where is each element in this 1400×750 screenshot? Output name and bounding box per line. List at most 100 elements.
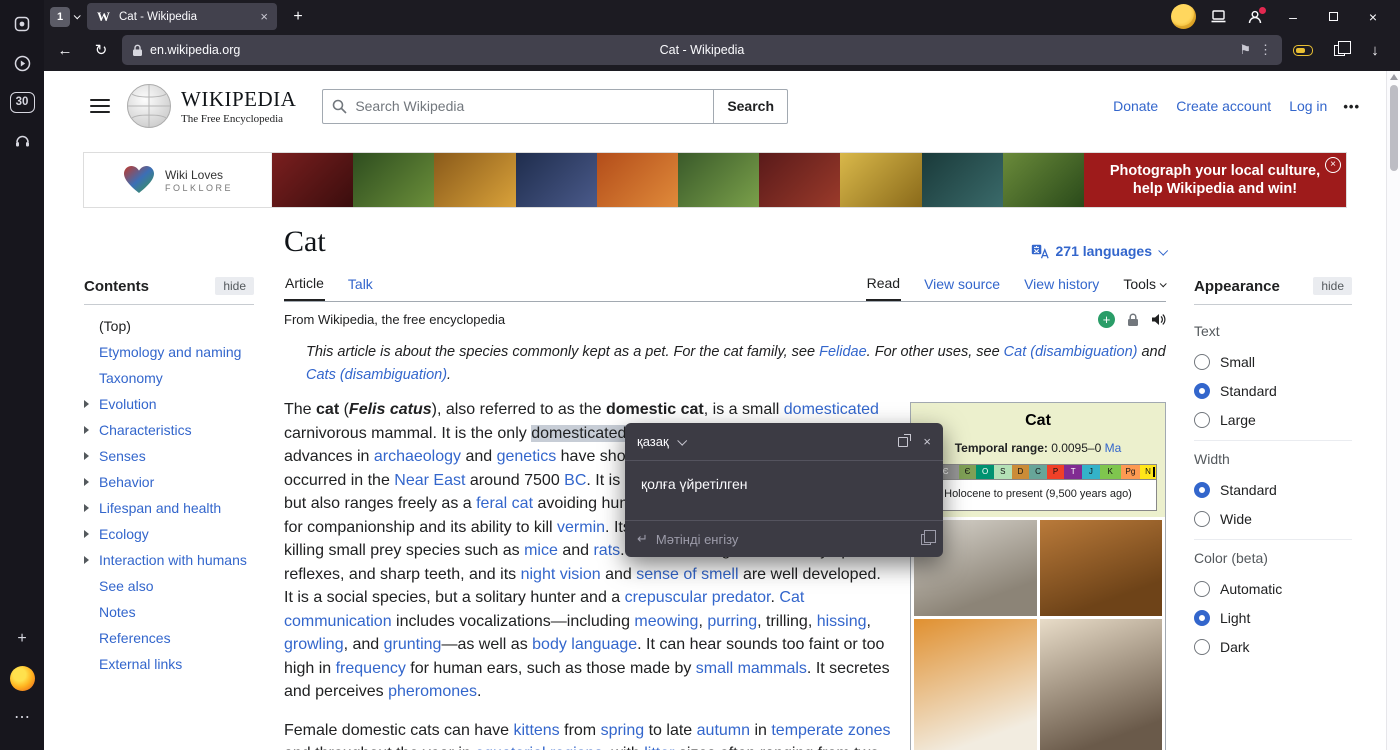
radio-icon[interactable] [1194,354,1210,370]
wiki-link[interactable]: litter [644,745,674,750]
wiki-link[interactable]: frequency [336,660,406,677]
wiki-link[interactable]: mice [524,542,558,559]
article-tab-view-source[interactable]: View source [923,267,1001,301]
translate-text-input[interactable]: Мәтінді енгізу [656,532,739,547]
maximize-button[interactable] [1316,4,1350,30]
wiki-link[interactable]: Cats (disambiguation) [306,367,447,383]
user-link-log-in[interactable]: Log in [1289,98,1327,114]
search-input[interactable] [355,98,704,114]
wiki-link[interactable]: equatorial regions [475,745,602,750]
scrollbar-thumb[interactable] [1390,85,1398,171]
copy-icon[interactable] [921,534,931,545]
wiki-link[interactable]: spring [601,722,645,739]
toc-hide-button[interactable]: hide [215,277,254,295]
radio-selected-icon[interactable] [1194,610,1210,626]
appearance-option-standard[interactable]: Standard [1194,376,1352,405]
tab-close-icon[interactable]: × [260,9,268,24]
wiki-link[interactable]: crepuscular [625,589,708,606]
container-tab-indicator[interactable] [1288,36,1318,64]
radio-icon[interactable] [1194,639,1210,655]
toc-item-lifespan-and-health[interactable]: Lifespan and health [84,495,254,521]
header-more-icon[interactable]: ••• [1343,99,1360,114]
downloads-button[interactable]: ↓ [1360,36,1390,64]
radio-icon[interactable] [1194,581,1210,597]
wiki-link[interactable]: Near East [394,472,465,489]
article-tab-tools[interactable]: Tools [1122,267,1166,301]
new-tab-button[interactable]: + [285,4,311,30]
account-icon[interactable] [1240,4,1270,30]
wiki-link[interactable]: growling [284,636,344,653]
wiki-link[interactable]: sense of smell [636,566,738,583]
target-language-select[interactable]: қазақ [637,434,685,449]
chevron-right-icon[interactable] [84,478,99,486]
search-box[interactable] [322,89,714,124]
chevron-right-icon[interactable] [84,400,99,408]
wiki-link[interactable]: rats [593,542,620,559]
toc-item-taxonomy[interactable]: Taxonomy [84,365,254,391]
radio-selected-icon[interactable] [1194,383,1210,399]
headset-icon[interactable] [6,125,38,157]
wlf-banner[interactable]: Wiki Loves FOLKLORE Photograph your loca… [84,153,1346,207]
wiki-link[interactable]: predator [712,589,771,606]
user-link-create-account[interactable]: Create account [1176,98,1271,114]
main-menu-icon[interactable] [90,99,110,113]
close-window-button[interactable]: × [1356,4,1390,30]
listen-icon[interactable] [1151,313,1166,326]
toc-item-notes[interactable]: Notes [84,599,254,625]
toc-item-senses[interactable]: Senses [84,443,254,469]
wiki-link[interactable]: vermin [557,519,605,536]
wiki-link[interactable]: Felidae [819,344,867,360]
rail-more-icon[interactable]: ⋯ [6,701,38,733]
appearance-option-large[interactable]: Large [1194,405,1352,434]
toc-item-behavior[interactable]: Behavior [84,469,254,495]
toc-item-characteristics[interactable]: Characteristics [84,417,254,443]
toc-item-evolution[interactable]: Evolution [84,391,254,417]
banner-cta[interactable]: Photograph your local culture, help Wiki… [1084,153,1346,207]
user-link-donate[interactable]: Donate [1113,98,1158,114]
article-tab-view-history[interactable]: View history [1023,267,1100,301]
appearance-hide-button[interactable]: hide [1313,277,1352,295]
wiki-link[interactable]: small mammals [696,660,807,677]
article-tab-read[interactable]: Read [866,267,901,301]
toc-item-ecology[interactable]: Ecology [84,521,254,547]
firefox-view-icon[interactable] [6,8,38,40]
toc-item-top[interactable]: (Top) [84,313,254,339]
languages-button[interactable]: 271 languages [1031,243,1167,259]
banner-close-icon[interactable]: × [1325,157,1341,173]
tab-group-indicator[interactable]: 1 [50,7,79,27]
wiki-link[interactable]: Ma [1105,441,1122,455]
wiki-link[interactable]: feral cat [476,495,533,512]
toc-item-see-also[interactable]: See also [84,573,254,599]
wiki-link[interactable]: grunting [384,636,442,653]
wiki-link[interactable]: hissing [817,613,867,630]
wiki-link[interactable]: Cat (disambiguation) [1004,344,1138,360]
open-in-window-icon[interactable] [898,437,908,447]
wiki-link[interactable]: pheromones [388,683,477,700]
appearance-option-dark[interactable]: Dark [1194,632,1352,661]
wiki-link[interactable]: body language [532,636,637,653]
bookmark-icon[interactable]: ⚑ [1239,42,1251,58]
wiki-link[interactable]: purring [707,613,757,630]
multiple-pages-icon[interactable] [1324,36,1354,64]
wiki-link[interactable]: meowing [634,613,698,630]
chevron-right-icon[interactable] [84,426,99,434]
radio-selected-icon[interactable] [1194,482,1210,498]
page-protected-icon[interactable] [1127,313,1139,327]
wiki-link[interactable]: night vision [521,566,601,583]
page-scrollbar[interactable] [1386,71,1400,750]
rail-new-tab-button[interactable]: + [6,623,38,655]
article-tab-article[interactable]: Article [284,267,325,301]
sync-devices-icon[interactable] [1204,4,1234,30]
search-button[interactable]: Search [714,89,788,124]
toc-item-references[interactable]: References [84,625,254,651]
browser-tab[interactable]: W Cat - Wikipedia × [87,3,277,30]
wiki-link[interactable]: temperate zones [771,722,890,739]
wiki-link[interactable]: BC [564,472,586,489]
article-tab-talk[interactable]: Talk [347,267,374,301]
radio-icon[interactable] [1194,511,1210,527]
wiki-link[interactable]: domesticated [784,401,879,418]
reload-button[interactable]: ↻ [86,36,116,64]
url-bar[interactable]: en.wikipedia.org Cat - Wikipedia ⚑ ⋮ [122,35,1282,65]
radio-icon[interactable] [1194,412,1210,428]
appearance-option-automatic[interactable]: Automatic [1194,574,1352,603]
